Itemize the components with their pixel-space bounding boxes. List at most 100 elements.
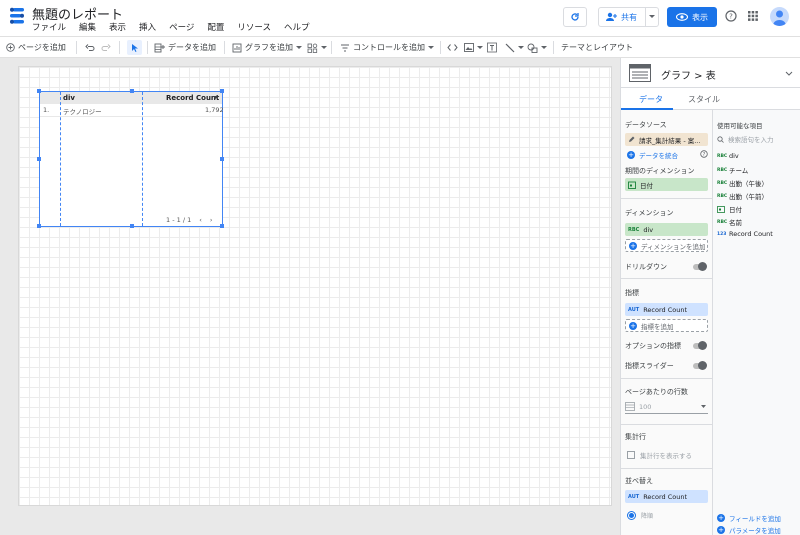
- toolbar: ページを追加 データを追加 グラフを追加 コントロールを追加 テーマとレイアウト: [0, 36, 800, 58]
- user-avatar-icon: [773, 10, 786, 26]
- table-row[interactable]: 1. テクノロジー 1,792: [40, 104, 224, 117]
- blend-data-button[interactable]: + データを統合: [627, 150, 678, 160]
- section-dimension: ディメンション: [625, 209, 674, 217]
- add-control-button[interactable]: コントロールを追加: [340, 40, 434, 55]
- redo-icon[interactable]: [101, 40, 111, 55]
- undo-icon[interactable]: [85, 40, 95, 55]
- add-dimension-button[interactable]: + ディメンションを追加: [625, 239, 708, 252]
- menu-arrange[interactable]: 配置: [207, 21, 224, 33]
- tab-style[interactable]: スタイル: [688, 94, 720, 105]
- add-metric-button[interactable]: + 指標を追加: [625, 319, 708, 332]
- sort-order-radio[interactable]: 降順: [627, 511, 653, 520]
- metric-slider-toggle[interactable]: [693, 361, 707, 370]
- dropdown-icon: [296, 45, 302, 49]
- add-parameter-label: パラメータを追加: [729, 527, 781, 535]
- select-tool-button[interactable]: [127, 40, 142, 55]
- help-icon[interactable]: ?: [725, 10, 737, 22]
- avatar[interactable]: [770, 7, 789, 26]
- sort-order-label: 降順: [641, 513, 654, 520]
- theme-layout-button[interactable]: テーマとレイアウト: [561, 40, 633, 55]
- field-item[interactable]: RBC div: [717, 152, 739, 160]
- field-item[interactable]: RBC 出勤（午後）: [717, 178, 768, 188]
- next-page-icon[interactable]: ›: [210, 216, 213, 224]
- share-dropdown-icon[interactable]: [648, 14, 656, 20]
- add-chart-button[interactable]: グラフを追加: [232, 40, 302, 55]
- refresh-icon: [571, 13, 579, 21]
- datasource-name: 請求_集計結果 - 案...: [639, 136, 701, 145]
- refresh-button[interactable]: [563, 7, 587, 27]
- radio-icon: [627, 511, 636, 520]
- menu-view[interactable]: 表示: [109, 21, 126, 33]
- community-viz-icon: [307, 43, 318, 53]
- date-dimension-chip[interactable]: 日付: [625, 178, 708, 191]
- calendar-icon: [628, 181, 636, 189]
- canvas-area: div Record Count 1. テクノロジー 1,792 1 - 1 /…: [0, 58, 620, 535]
- menu-file[interactable]: ファイル: [32, 21, 66, 33]
- fields-title: 使用可能な項目: [717, 122, 763, 130]
- optional-metric-toggle[interactable]: [693, 341, 707, 350]
- dimension-chip-div[interactable]: RBC div: [625, 223, 708, 236]
- text-box-icon[interactable]: [487, 40, 497, 55]
- field-item[interactable]: 123 Record Count: [717, 230, 773, 238]
- add-data-button[interactable]: データを追加: [154, 40, 216, 55]
- help-icon[interactable]: ?: [700, 150, 708, 158]
- rows-per-page-select[interactable]: 100: [625, 400, 708, 414]
- community-viz-button[interactable]: [307, 40, 327, 55]
- share-label: 共有: [621, 12, 637, 22]
- chart-icon: [232, 43, 242, 52]
- menu-bar: ファイル 編集 表示 挿入 ページ 配置 リソース ヘルプ: [32, 21, 323, 33]
- menu-help[interactable]: ヘルプ: [284, 21, 310, 33]
- sort-field-label: Record Count: [643, 492, 688, 501]
- drilldown-toggle[interactable]: [693, 262, 707, 271]
- apps-grid-icon[interactable]: [748, 11, 758, 21]
- add-page-button[interactable]: ページを追加: [6, 40, 66, 55]
- code-icon[interactable]: [447, 40, 458, 55]
- table-rows-icon: [625, 402, 635, 411]
- cell-record-count: 1,792: [205, 106, 224, 114]
- menu-resource[interactable]: リソース: [237, 21, 271, 33]
- section-date-dimension: 期間のディメンション: [625, 167, 695, 175]
- add-icon: +: [717, 514, 725, 522]
- panel-title: グラフ > 表: [661, 71, 716, 82]
- add-parameter-button[interactable]: + パラメータを追加: [717, 525, 781, 535]
- add-field-button[interactable]: + フィールドを追加: [717, 513, 781, 523]
- shape-button[interactable]: [527, 40, 547, 55]
- view-button[interactable]: 表示: [667, 7, 717, 27]
- row-index: 1.: [43, 106, 50, 114]
- resize-handle[interactable]: [130, 89, 134, 93]
- field-item[interactable]: RBC チーム: [717, 165, 748, 175]
- resize-handle[interactable]: [220, 157, 224, 161]
- field-item[interactable]: 日付: [717, 204, 742, 214]
- resize-handle[interactable]: [37, 89, 41, 93]
- datasource-chip[interactable]: 請求_集計結果 - 案...: [625, 133, 708, 146]
- theme-layout-label: テーマとレイアウト: [561, 43, 633, 52]
- resize-handle[interactable]: [130, 224, 134, 228]
- report-canvas[interactable]: div Record Count 1. テクノロジー 1,792 1 - 1 /…: [18, 66, 612, 506]
- resize-handle[interactable]: [37, 157, 41, 161]
- column-header-div[interactable]: div: [63, 94, 75, 102]
- table-chart-icon: [629, 64, 651, 82]
- field-search[interactable]: 検索語句を入力: [717, 133, 797, 145]
- column-header-record-count[interactable]: Record Count: [166, 94, 219, 102]
- image-button[interactable]: [464, 40, 483, 55]
- sort-chip-record-count[interactable]: AUT Record Count: [625, 490, 708, 503]
- line-button[interactable]: [505, 40, 524, 55]
- resize-handle[interactable]: [37, 224, 41, 228]
- field-item[interactable]: RBC 出勤（午前）: [717, 191, 768, 201]
- table-chart[interactable]: div Record Count 1. テクノロジー 1,792 1 - 1 /…: [37, 89, 224, 228]
- metric-chip-record-count[interactable]: AUT Record Count: [625, 303, 708, 316]
- tab-data[interactable]: データ: [639, 94, 663, 105]
- summary-checkbox-label: 集計行を表示する: [640, 452, 692, 460]
- chevron-down-icon[interactable]: [785, 71, 793, 76]
- resize-handle[interactable]: [220, 89, 224, 93]
- menu-page[interactable]: ページ: [169, 21, 194, 33]
- menu-edit[interactable]: 編集: [79, 21, 96, 33]
- share-button[interactable]: 共有: [598, 7, 659, 27]
- summary-row-checkbox[interactable]: 集計行を表示する: [627, 450, 692, 460]
- menu-insert[interactable]: 挿入: [139, 21, 156, 33]
- line-icon: [505, 43, 515, 52]
- field-item[interactable]: RBC 名前: [717, 217, 742, 227]
- prev-page-icon[interactable]: ‹: [199, 216, 202, 224]
- add-data-label: データを追加: [168, 43, 216, 52]
- resize-handle[interactable]: [220, 224, 224, 228]
